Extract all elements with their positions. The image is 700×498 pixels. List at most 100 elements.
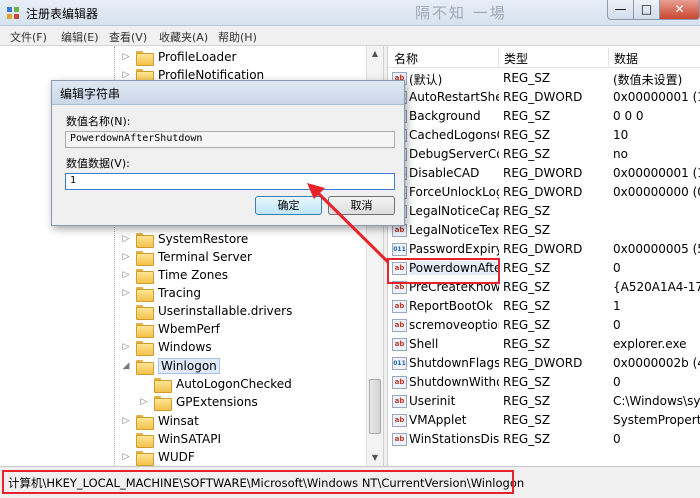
list-row[interactable]: 011 ShutdownFlags REG_DWORD 0x0000002b (4 (388, 354, 700, 373)
values-list: 名称 类型 数据 ab (默认) REG_SZ (数值未设置) 011 AutoResta… (388, 46, 700, 466)
value-type: REG_DWORD (503, 242, 583, 256)
column-name-header[interactable]: 名称 (394, 50, 418, 67)
maximize-button[interactable]: □ (633, 0, 660, 20)
value-type: REG_DWORD (503, 166, 583, 180)
column-data-header[interactable]: 数据 (614, 50, 638, 67)
chevron-right-icon[interactable]: ▷ (120, 342, 132, 352)
list-row[interactable]: ab Shell REG_SZ explorer.exe (388, 335, 700, 354)
list-row[interactable]: abCachedLogonsCountREG_SZ10 (388, 126, 700, 145)
value-name: (默认) (409, 73, 443, 87)
column-type-header[interactable]: 类型 (504, 50, 528, 67)
scroll-up-icon[interactable]: ▲ (367, 46, 383, 62)
value-data-input[interactable]: 1 (65, 173, 395, 190)
menu-help[interactable]: 帮助(H) (218, 29, 257, 45)
chevron-right-icon[interactable]: ▷ (120, 252, 132, 262)
tree-item[interactable]: ▷ Time Zones (120, 266, 228, 284)
folder-icon (136, 304, 154, 320)
list-row[interactable]: abBackgroundREG_SZ0 0 0 (388, 107, 700, 126)
string-value-icon: ab (392, 300, 407, 313)
value-type: REG_SZ (503, 432, 551, 446)
menu-file[interactable]: 文件(F) (10, 29, 47, 45)
value-data: 0 (613, 318, 621, 332)
value-data: no (613, 147, 628, 161)
string-value-icon: ab (392, 414, 407, 427)
string-value-icon: ab (392, 376, 407, 389)
list-row[interactable]: 011ForceUnlockLogonREG_DWORD0x00000000 (… (388, 183, 700, 202)
tree-item-winlogon[interactable]: ◢ Winlogon (120, 357, 220, 375)
cancel-button[interactable]: 取消 (328, 196, 395, 215)
value-data: 0x00000005 (5) (613, 242, 700, 256)
chevron-right-icon[interactable]: ▷ (120, 52, 132, 62)
menu-view[interactable]: 查看(V) (109, 29, 147, 45)
chevron-right-icon[interactable]: ▷ (120, 70, 132, 80)
list-row[interactable]: ab LegalNoticeText REG_SZ (388, 221, 700, 240)
highlight-box-value (387, 258, 500, 284)
list-row[interactable]: ab VMApplet REG_SZ SystemPropert (388, 411, 700, 430)
chevron-right-icon[interactable]: ▷ (120, 416, 132, 426)
tree-item[interactable]: ▷ SystemRestore (120, 230, 248, 248)
folder-icon (136, 450, 154, 466)
value-data: (数值未设置) (613, 73, 683, 87)
tree-item[interactable]: ▷ WUDF (120, 448, 195, 466)
ok-button[interactable]: 确定 (255, 196, 322, 215)
list-row[interactable]: ab (默认) REG_SZ (数值未设置) (388, 69, 700, 88)
list-row[interactable]: ab scremoveoption REG_SZ 0 (388, 316, 700, 335)
value-name: Shell (409, 337, 439, 351)
list-row[interactable]: 011PasswordExpiryWarning REG_DWORD 0x00000… (388, 240, 700, 259)
tree-item[interactable]: ▷ Windows (120, 338, 212, 356)
scrollbar-thumb[interactable] (369, 379, 381, 434)
value-type: REG_SZ (503, 337, 551, 351)
value-name-field[interactable]: PowerdownAfterShutdown (65, 131, 395, 148)
list-row[interactable]: ab ReportBootOk REG_SZ 1 (388, 297, 700, 316)
tree-item[interactable]: ▷ Terminal Server (120, 248, 252, 266)
chevron-right-icon[interactable]: ▷ (138, 397, 150, 407)
folder-icon (136, 414, 154, 430)
list-row[interactable]: abDebugServerCommandREG_SZno (388, 145, 700, 164)
value-name: AutoRestartShell (409, 90, 499, 104)
minimize-button[interactable]: — (607, 0, 634, 20)
title-bar: 注册表编辑器 隔不知 一場 — □ ✕ (0, 0, 700, 26)
highlight-box-path (2, 470, 514, 494)
value-data: 0 (613, 375, 621, 389)
menu-favorites[interactable]: 收藏夹(A) (159, 29, 208, 45)
title-decoration: 隔不知 一場 (415, 4, 507, 22)
string-value-icon: ab (392, 395, 407, 408)
string-value-icon: ab (392, 319, 407, 332)
value-name: Background (409, 109, 481, 123)
chevron-right-icon[interactable]: ▷ (120, 288, 132, 298)
tree-item[interactable]: ▷ Tracing (120, 284, 201, 302)
tree-item[interactable]: ▷ ProfileLoader (120, 48, 236, 66)
chevron-right-icon[interactable]: ▷ (120, 452, 132, 462)
list-row[interactable]: 011DisableCADREG_DWORD0x00000001 (1) (388, 164, 700, 183)
tree-item[interactable]: ▷ Winsat (120, 412, 199, 430)
dialog-body: 数值名称(N): PowerdownAfterShutdown 数值数据(V):… (52, 105, 404, 225)
value-type: REG_DWORD (503, 185, 583, 199)
tree-item[interactable]: ▷ GPExtensions (138, 393, 258, 411)
chevron-right-icon[interactable]: ▷ (120, 270, 132, 280)
chevron-right-icon[interactable]: ▷ (120, 234, 132, 244)
list-row[interactable]: abShutdownWithoutLogon REG_SZ 0 (388, 373, 700, 392)
menu-edit[interactable]: 编辑(E) (61, 29, 99, 45)
list-row[interactable]: abWinStationsDisabled REG_SZ 0 (388, 430, 700, 449)
list-row[interactable]: ab Userinit REG_SZ C:\Windows\sy (388, 392, 700, 411)
value-type: REG_SZ (503, 394, 551, 408)
tree-item[interactable]: WbemPerf (120, 320, 220, 338)
close-button[interactable]: ✕ (659, 0, 700, 20)
folder-icon (136, 322, 154, 338)
string-value-icon: ab (392, 433, 407, 446)
scroll-down-icon[interactable]: ▼ (367, 450, 383, 466)
value-data: 0 (613, 261, 621, 275)
value-name: LegalNoticeCaption (409, 204, 499, 218)
tree-item[interactable]: Userinstallable.drivers (120, 302, 292, 320)
list-row[interactable]: 011AutoRestartShellREG_DWORD0x00000001 (… (388, 88, 700, 107)
value-data: 0 (613, 432, 621, 446)
value-data: SystemPropert (613, 413, 700, 427)
tree-item[interactable]: AutoLogonChecked (138, 375, 292, 393)
tree-item[interactable]: WinSATAPI (120, 430, 221, 448)
value-name: ShutdownWithoutLogon (409, 375, 499, 389)
value-name: DisableCAD (409, 166, 480, 180)
value-data-label: 数值数据(V): (66, 157, 130, 170)
chevron-down-icon[interactable]: ◢ (120, 361, 132, 371)
list-row[interactable]: abLegalNoticeCaptionREG_SZ (388, 202, 700, 221)
value-data: 0 0 0 (613, 109, 644, 123)
